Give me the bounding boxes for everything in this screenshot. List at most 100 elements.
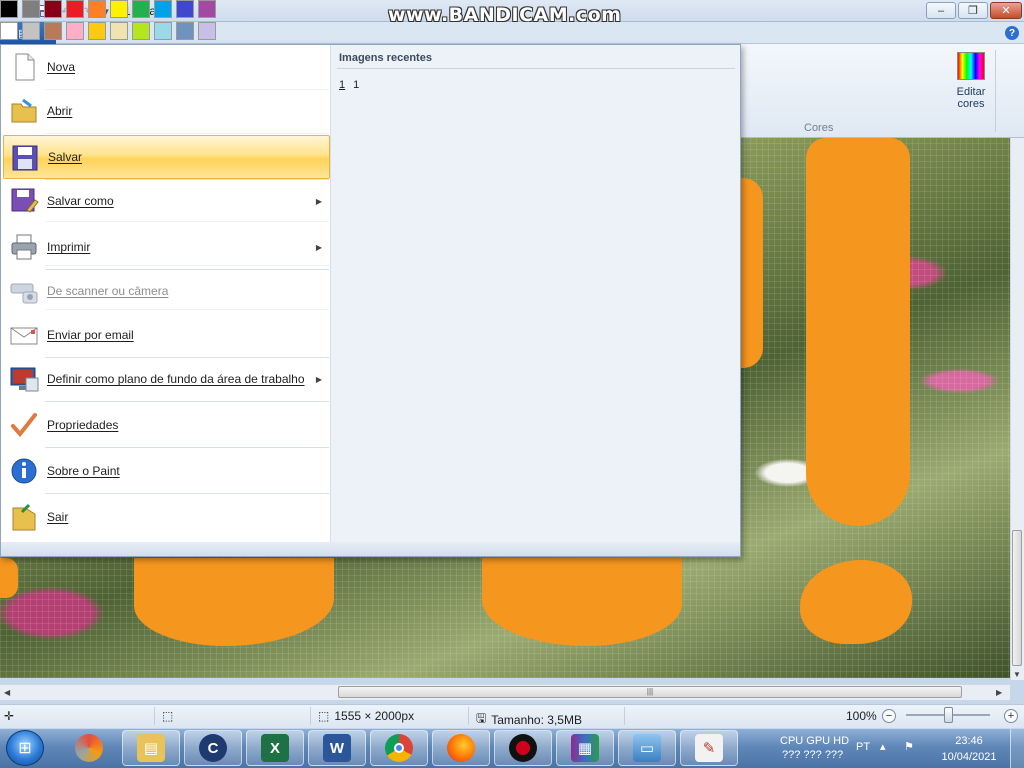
colors-group-label: Cores bbox=[804, 122, 834, 134]
clock-time: 23:46 bbox=[955, 735, 983, 747]
color-swatch[interactable] bbox=[198, 0, 216, 18]
help-icon[interactable]: ? bbox=[1005, 26, 1019, 40]
menu-item-label: Abrir bbox=[47, 104, 73, 118]
color-swatch[interactable] bbox=[22, 22, 40, 40]
menu-item-sobre[interactable]: Sobre o Paint bbox=[3, 449, 330, 493]
file-size-text: Tamanho: 3,5MB bbox=[491, 712, 582, 727]
show-desktop-button[interactable] bbox=[1010, 729, 1024, 768]
edit-colors-button[interactable]: Editar cores bbox=[951, 52, 991, 118]
color-swatch[interactable] bbox=[176, 0, 194, 18]
email-icon bbox=[9, 320, 39, 350]
recent-image-item[interactable]: 1 1 bbox=[339, 79, 359, 91]
recent-divider bbox=[337, 68, 735, 69]
taskbar-app[interactable] bbox=[432, 730, 490, 766]
menu-item-label: De scanner ou câmera bbox=[47, 284, 169, 298]
zoom-slider-thumb[interactable] bbox=[944, 707, 953, 723]
disk-icon: 🖫 bbox=[476, 711, 487, 725]
recent-item-number: 1 bbox=[339, 79, 346, 91]
menu-item-label: Enviar por email bbox=[47, 328, 134, 342]
color-swatch[interactable] bbox=[66, 22, 84, 40]
new-file-icon bbox=[9, 52, 39, 82]
color-swatch[interactable] bbox=[132, 22, 150, 40]
menu-separator bbox=[45, 401, 329, 402]
menu-item-label: Salvar como bbox=[47, 194, 114, 208]
color-swatch[interactable] bbox=[110, 22, 128, 40]
color-swatch[interactable] bbox=[44, 22, 62, 40]
menu-item-salvar[interactable]: Salvar bbox=[3, 135, 330, 179]
color-swatch[interactable] bbox=[110, 0, 128, 18]
menu-item-scanner: De scanner ou câmera bbox=[3, 269, 330, 313]
menu-separator bbox=[45, 89, 329, 90]
cursor-position-icon: ✛ bbox=[4, 709, 15, 723]
tray-arrow-icon[interactable]: ▴ bbox=[880, 740, 886, 753]
menu-item-propriedades[interactable]: Propriedades bbox=[3, 403, 330, 447]
scroll-right-arrow-icon[interactable]: ▶ bbox=[996, 688, 1002, 697]
menu-item-abrir[interactable]: Abrir bbox=[3, 89, 330, 133]
orange-shape bbox=[741, 178, 763, 368]
color-swatch[interactable] bbox=[198, 22, 216, 40]
orange-shape bbox=[806, 138, 910, 526]
color-swatch[interactable] bbox=[66, 0, 84, 18]
word-icon: W bbox=[323, 734, 351, 762]
network-icon[interactable]: ⚑ bbox=[904, 740, 914, 753]
ribbon-group-divider bbox=[995, 50, 996, 132]
taskbar-app[interactable]: ▭ bbox=[618, 730, 676, 766]
clock-date: 10/04/2021 bbox=[941, 751, 997, 763]
edit-colors-label-2: cores bbox=[957, 98, 985, 110]
color-swatch[interactable] bbox=[0, 22, 18, 40]
taskbar-app[interactable] bbox=[60, 730, 118, 766]
taskbar-app[interactable]: ▤ bbox=[122, 730, 180, 766]
color-swatch[interactable] bbox=[154, 0, 172, 18]
taskbar-app[interactable]: C bbox=[184, 730, 242, 766]
status-divider bbox=[468, 707, 469, 725]
color-swatch[interactable] bbox=[22, 0, 40, 18]
vertical-scroll-thumb[interactable] bbox=[1012, 530, 1022, 666]
status-divider bbox=[310, 707, 311, 725]
menu-item-label: Nova bbox=[47, 60, 76, 74]
maximize-button[interactable]: ❐ bbox=[958, 2, 988, 19]
color-swatch[interactable] bbox=[88, 22, 106, 40]
close-button[interactable]: ✕ bbox=[990, 2, 1022, 19]
clock[interactable]: 23:46 10/04/2021 bbox=[934, 733, 1004, 765]
menu-item-imprimir[interactable]: Imprimir ▶ bbox=[3, 225, 330, 269]
menu-item-label: Propriedades bbox=[47, 418, 119, 432]
system-monitor-values: ??? ??? ??? bbox=[782, 749, 844, 761]
printer-icon bbox=[9, 232, 39, 262]
explorer-icon: ▤ bbox=[137, 734, 165, 762]
menu-item-enviar-email[interactable]: Enviar por email bbox=[3, 313, 330, 357]
color-swatch[interactable] bbox=[0, 0, 18, 18]
menu-item-label: Sair bbox=[47, 510, 69, 524]
menu-item-label: Salvar bbox=[48, 150, 83, 164]
language-indicator[interactable]: PT bbox=[856, 741, 870, 753]
color-swatch[interactable] bbox=[44, 0, 62, 18]
recent-images-panel: Imagens recentes 1 1 bbox=[331, 45, 740, 542]
color-swatch[interactable] bbox=[154, 22, 172, 40]
zoom-out-button[interactable]: − bbox=[882, 709, 896, 723]
chrome-icon bbox=[385, 734, 413, 762]
taskbar-app[interactable]: ▦ bbox=[556, 730, 614, 766]
color-swatch[interactable] bbox=[132, 0, 150, 18]
menu-item-salvar-como[interactable]: Salvar como ▶ bbox=[3, 179, 330, 223]
taskbar-app[interactable] bbox=[370, 730, 428, 766]
minimize-button[interactable]: – bbox=[926, 2, 956, 19]
color-swatch[interactable] bbox=[88, 0, 106, 18]
taskbar-app[interactable]: W bbox=[308, 730, 366, 766]
zoom-level: 100% bbox=[846, 709, 877, 723]
start-button[interactable]: ⊞ bbox=[6, 730, 44, 766]
taskbar-app[interactable] bbox=[494, 730, 552, 766]
orange-shape bbox=[800, 560, 912, 644]
image-dimensions-text: 1555 × 2000px bbox=[334, 709, 415, 723]
taskbar-app[interactable]: ✎ bbox=[680, 730, 738, 766]
menu-item-sair[interactable]: Sair bbox=[3, 495, 330, 539]
color-swatch[interactable] bbox=[176, 22, 194, 40]
scroll-left-arrow-icon[interactable]: ◀ bbox=[4, 688, 10, 697]
open-folder-icon bbox=[9, 96, 39, 126]
menu-item-label: Definir como plano de fundo da área de t… bbox=[47, 372, 305, 386]
menu-item-plano-de-fundo[interactable]: Definir como plano de fundo da área de t… bbox=[3, 357, 330, 401]
zoom-in-button[interactable]: + bbox=[1004, 709, 1018, 723]
taskbar-app[interactable]: X bbox=[246, 730, 304, 766]
menu-item-nova[interactable]: Nova bbox=[3, 45, 330, 89]
menu-commands: Nova Abrir Salvar Salvar como ▶ Imprimir ▶ De s… bbox=[1, 45, 331, 542]
scroll-down-arrow-icon[interactable]: ▼ bbox=[1013, 670, 1021, 679]
horizontal-scroll-thumb[interactable]: ||| bbox=[338, 686, 962, 698]
